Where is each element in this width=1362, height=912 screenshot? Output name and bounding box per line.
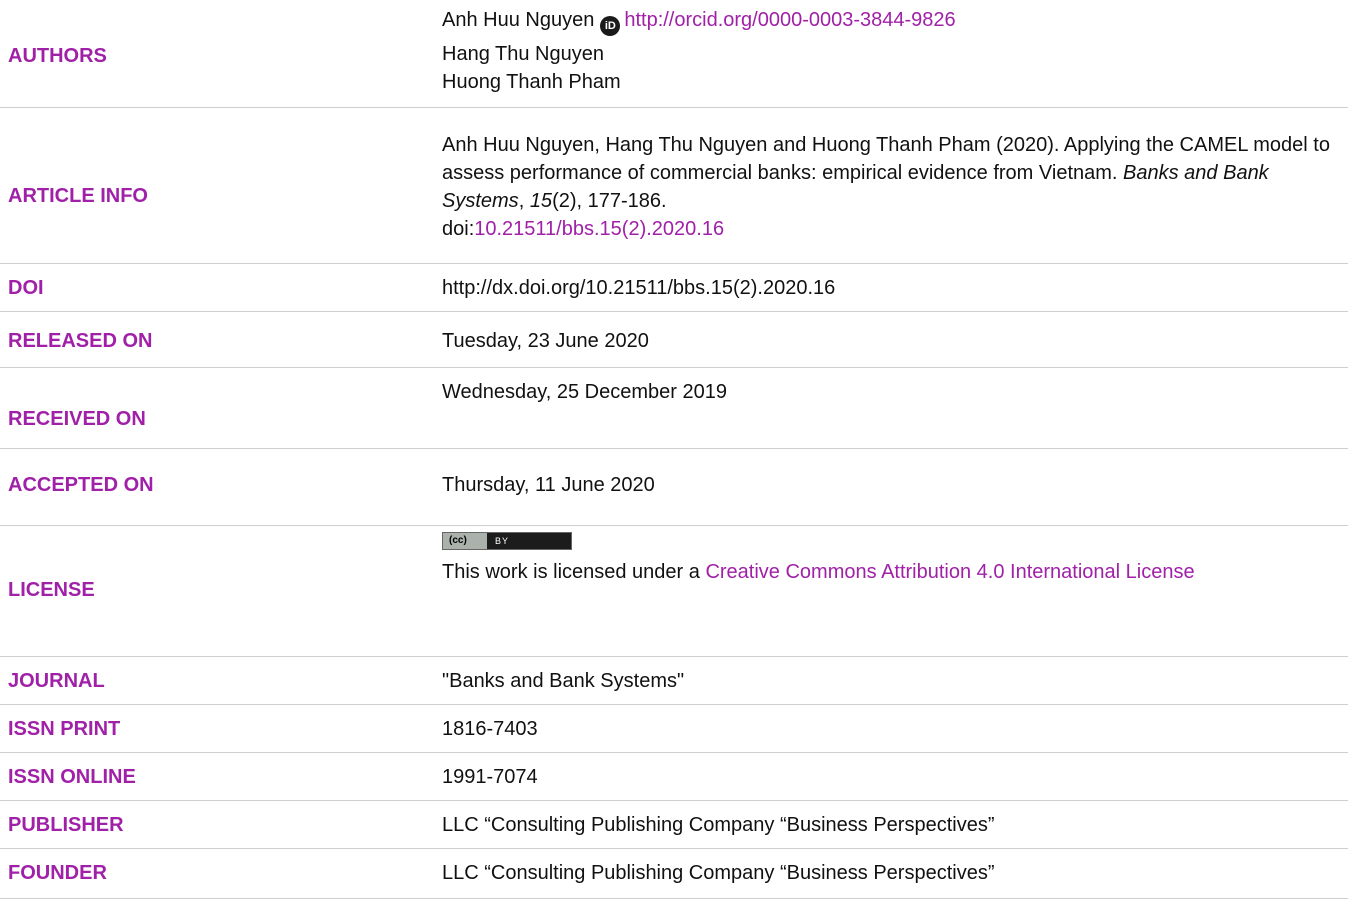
publisher-value: LLC “Consulting Publishing Company “Busi… [442,814,995,836]
issn-print-value: 1816-7403 [442,718,538,740]
license-link[interactable]: Creative Commons Attribution 4.0 Interna… [705,561,1194,583]
orcid-id-icon: iD [600,16,621,36]
license-body: (cc) BY This work is licensed under a Cr… [442,532,1342,586]
citation-doi-prefix: doi: [442,218,475,240]
author-name: Anh Huu Nguyen [442,9,595,31]
cc-badge-cc: (cc) [443,533,487,549]
label-issn-online: ISSN ONLINE [8,766,136,788]
label-authors: AUTHORS [8,45,107,67]
label-issn-print: ISSN PRINT [8,718,121,740]
accepted-value: Thursday, 11 June 2020 [442,474,655,496]
citation-issue-pages: (2), 177-186. [552,190,667,212]
cc-badge-by: BY [495,536,510,546]
founder-value: LLC “Consulting Publishing Company “Busi… [442,862,995,884]
journal-value: "Banks and Bank Systems" [442,670,685,692]
label-publisher: PUBLISHER [8,814,124,836]
cc-by-badge-icon[interactable]: (cc) BY [442,532,572,550]
authors-list: Anh Huu Nguyen iD http://orcid.org/0000-00… [442,6,1342,96]
author-item: Anh Huu Nguyen iD http://orcid.org/0000-00… [442,6,1342,36]
article-info-page: AUTHORS Anh Huu Nguyen iD http://orcid.org… [0,0,1362,912]
label-accepted-on: ACCEPTED ON [8,474,154,496]
released-value: Tuesday, 23 June 2020 [442,330,649,352]
license-text: This work is licensed under a Creative C… [442,558,1342,586]
orcid-link[interactable]: http://orcid.org/0000-0003-3844-9826 [624,9,955,31]
row-founder: FOUNDER LLC “Consulting Publishing Compa… [0,849,1348,899]
row-doi: DOI http://dx.doi.org/10.21511/bbs.15(2)… [0,264,1348,312]
row-journal: JOURNAL "Banks and Bank Systems" [0,657,1348,705]
label-article-info: ARTICLE INFO [8,185,148,207]
label-license: LICENSE [8,579,95,601]
received-value: Wednesday, 25 December 2019 [442,381,727,403]
row-license: LICENSE (cc) BY This work is licensed un… [0,526,1348,657]
label-journal: JOURNAL [8,670,105,692]
author-item: Huong Thanh Pham [442,71,621,93]
citation-doi-link[interactable]: 10.21511/bbs.15(2).2020.16 [474,218,724,240]
label-released-on: RELEASED ON [8,330,153,352]
author-item: Hang Thu Nguyen [442,43,604,65]
license-text-pre: This work is licensed under a [442,561,706,583]
citation-volume: 15 [529,190,553,212]
citation-text: Anh Huu Nguyen, Hang Thu Nguyen and Huon… [442,131,1342,243]
label-founder: FOUNDER [8,862,107,884]
citation-comma: , [518,190,525,212]
row-authors: AUTHORS Anh Huu Nguyen iD http://orcid.org… [0,0,1348,108]
label-doi: DOI [8,277,44,299]
row-received: RECEIVED ON Wednesday, 25 December 2019 [0,368,1348,449]
label-received-on: RECEIVED ON [8,408,146,430]
row-article-info: ARTICLE INFO Anh Huu Nguyen, Hang Thu Ng… [0,108,1348,264]
row-issn-online: ISSN ONLINE 1991-7074 [0,753,1348,801]
row-accepted: ACCEPTED ON Thursday, 11 June 2020 [0,449,1348,526]
issn-online-value: 1991-7074 [442,766,538,788]
row-released: RELEASED ON Tuesday, 23 June 2020 [0,312,1348,368]
row-publisher: PUBLISHER LLC “Consulting Publishing Com… [0,801,1348,849]
doi-value: http://dx.doi.org/10.21511/bbs.15(2).202… [442,277,836,299]
row-issn-print: ISSN PRINT 1816-7403 [0,705,1348,753]
